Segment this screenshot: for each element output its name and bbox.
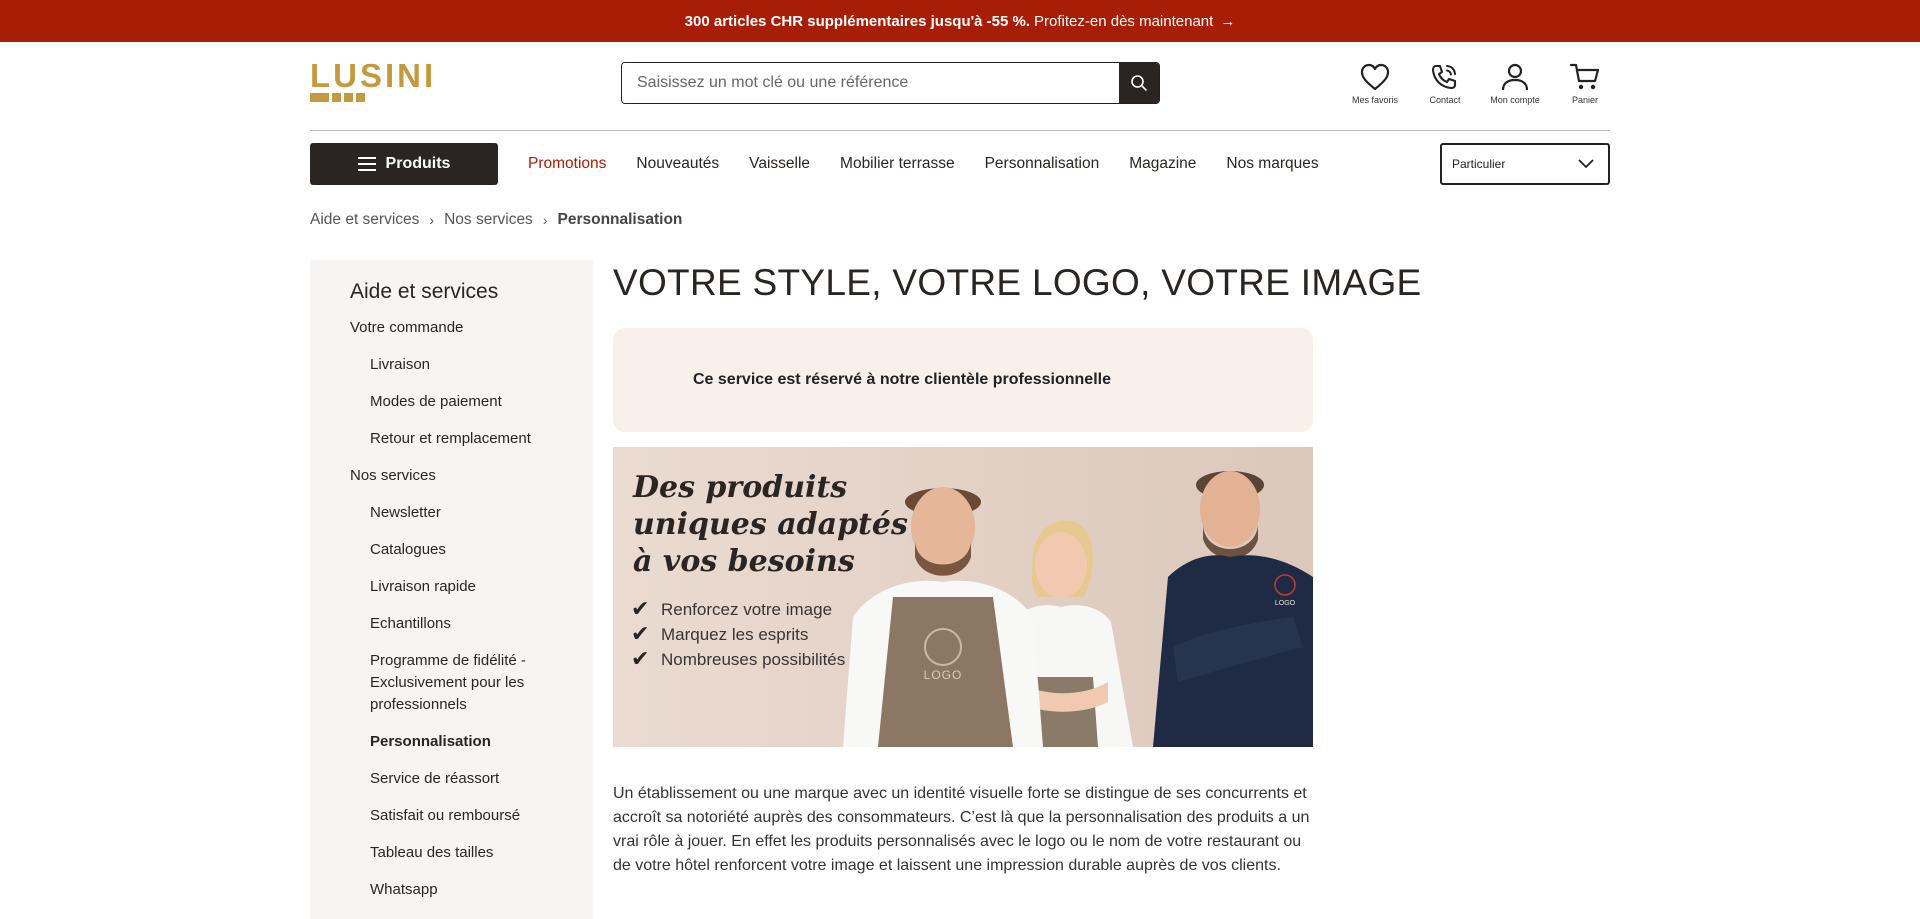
favorites-label: Mes favoris [1351, 95, 1398, 105]
promo-link[interactable]: 300 articles CHR supplémentaires jusqu'à… [685, 13, 1236, 30]
nav-link-nouveautes[interactable]: Nouveautés [636, 155, 719, 173]
personalisation-banner: LOGO LOGO Des produits uniques adaptés à… [613, 447, 1313, 747]
breadcrumb-link-services[interactable]: Nos services [444, 211, 533, 229]
promo-bold-text: 300 articles CHR supplémentaires jusqu'à… [684, 12, 1031, 30]
breadcrumb-link-aide[interactable]: Aide et services [310, 211, 419, 229]
sidebar-item-modes-paiement[interactable]: Modes de paiement [350, 391, 535, 413]
favorites-button[interactable]: Mes favoris [1340, 62, 1410, 105]
promo-link-text: Profitez-en dès maintenant [1034, 12, 1214, 30]
header-divider [310, 130, 1610, 131]
banner-bullet: ✔ Nombreuses possibilités [631, 646, 851, 671]
cart-button[interactable]: Panier [1550, 62, 1620, 105]
pro-only-notice: Ce service est réservé à notre clientèle… [613, 328, 1313, 432]
chevron-right-icon: › [429, 212, 435, 228]
banner-headline: Des produits uniques adaptés à vos besoi… [633, 470, 908, 579]
main-nav: Promotions Nouveautés Vaisselle Mobilier… [528, 143, 1349, 185]
check-icon: ✔ [631, 596, 650, 621]
jacket-logo-text: LOGO [1275, 600, 1296, 607]
sidebar-item-nos-services[interactable]: Nos services [350, 465, 593, 487]
menu-icon [357, 157, 376, 171]
customer-type-select[interactable]: Particulier [1440, 143, 1610, 185]
nav-link-personnalisation[interactable]: Personnalisation [985, 155, 1100, 173]
sidebar-item-catalogues[interactable]: Catalogues [350, 539, 535, 561]
sidebar-title: Aide et services [350, 280, 499, 303]
customer-type-value: Particulier [1452, 157, 1506, 171]
nav-link-magazine[interactable]: Magazine [1129, 155, 1196, 173]
account-button[interactable]: Mon compte [1480, 62, 1550, 105]
banner-bullets: ✔ Renforcez votre image ✔ Marquez les es… [631, 596, 851, 674]
products-menu-button[interactable]: Produits [310, 143, 498, 185]
sidebar-item-votre-commande[interactable]: Votre commande [350, 317, 593, 339]
logo-text: LUSINI [310, 57, 437, 94]
nav-link-vaisselle[interactable]: Vaisselle [749, 155, 810, 173]
nav-link-promotions[interactable]: Promotions [528, 155, 606, 173]
contact-label: Contact [1429, 95, 1461, 105]
nav-link-mobilier-terrasse[interactable]: Mobilier terrasse [840, 155, 955, 173]
arrow-right-icon: → [1220, 12, 1236, 30]
sidebar: Aide et services Votre commande Livraiso… [310, 260, 593, 919]
check-icon: ✔ [631, 646, 650, 671]
nav-link-nos-marques[interactable]: Nos marques [1226, 155, 1318, 173]
apron-logo-text: LOGO [924, 668, 963, 682]
account-label: Mon compte [1490, 95, 1540, 105]
heart-icon [1360, 63, 1390, 91]
sidebar-item-whatsapp[interactable]: Whatsapp [350, 879, 535, 901]
banner-bullet: ✔ Marquez les esprits [631, 621, 851, 646]
page-title: VOTRE STYLE, VOTRE LOGO, VOTRE IMAGE [613, 262, 1422, 303]
sidebar-item-retour[interactable]: Retour et remplacement [350, 428, 535, 450]
sidebar-item-satisfait[interactable]: Satisfait ou remboursé [350, 805, 535, 827]
breadcrumb-current: Personnalisation [557, 211, 683, 228]
sidebar-item-reassort[interactable]: Service de réassort [350, 768, 535, 790]
search-input[interactable] [622, 63, 1119, 103]
banner-bullet-text: Renforcez votre image [661, 600, 833, 619]
phone-icon [1431, 64, 1457, 90]
header-icons: Mes favoris Contact Mon compte Panier [1340, 62, 1620, 105]
user-icon [1501, 63, 1529, 91]
cart-label: Panier [1571, 95, 1598, 105]
cart-icon [1569, 63, 1600, 90]
chevron-right-icon: › [542, 212, 548, 228]
sidebar-item-livraison-rapide[interactable]: Livraison rapide [350, 576, 535, 598]
sidebar-item-tailles[interactable]: Tableau des tailles [350, 842, 535, 864]
search-icon [1131, 75, 1147, 91]
check-icon: ✔ [631, 621, 650, 646]
banner-bullet: ✔ Renforcez votre image [631, 596, 851, 621]
products-menu-label: Produits [385, 155, 451, 172]
banner-bullet-text: Nombreuses possibilités [661, 650, 846, 669]
promo-bar: 300 articles CHR supplémentaires jusqu'à… [0, 0, 1920, 42]
contact-button[interactable]: Contact [1410, 62, 1480, 105]
search-button[interactable] [1119, 63, 1159, 103]
search-bar [621, 62, 1160, 104]
notice-text: Ce service est réservé à notre clientèle… [693, 371, 1111, 388]
banner-bullet-text: Marquez les esprits [661, 625, 809, 644]
sidebar-item-livraison[interactable]: Livraison [350, 354, 535, 376]
sidebar-item-newsletter[interactable]: Newsletter [350, 502, 535, 524]
sidebar-item-personnalisation[interactable]: Personnalisation [350, 731, 535, 753]
sidebar-item-fidelite[interactable]: Programme de fidélité - Exclusivement po… [350, 650, 535, 716]
logo-squares [310, 93, 365, 102]
sidebar-item-echantillons[interactable]: Echantillons [350, 613, 535, 635]
brand-logo[interactable]: LUSINI [310, 57, 456, 104]
chevron-down-icon [1578, 159, 1594, 169]
breadcrumb: Aide et services › Nos services › Person… [310, 211, 682, 229]
intro-paragraph: Un établissement ou une marque avec un i… [613, 785, 1310, 874]
